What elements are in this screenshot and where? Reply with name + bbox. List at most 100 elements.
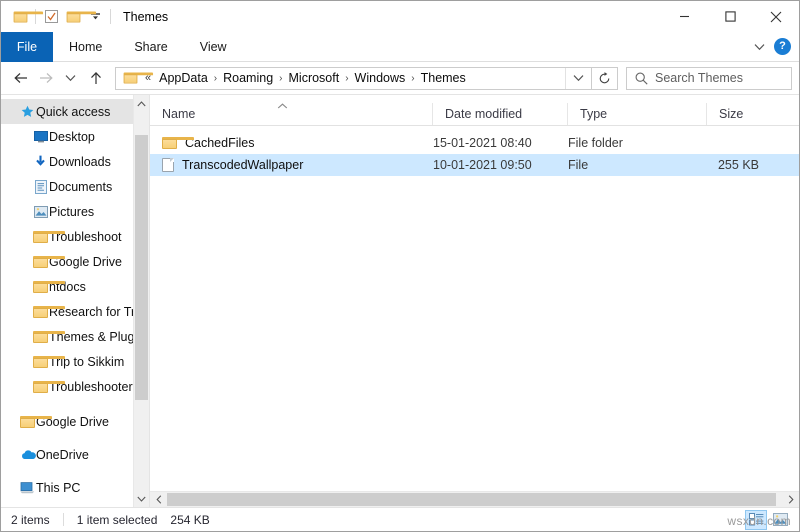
sidebar-item-htdocs[interactable]: htdocs [1, 274, 149, 299]
details-view-button[interactable] [745, 510, 767, 530]
ribbon-tab-bar: File Home Share View ? [1, 32, 799, 62]
status-divider [63, 513, 64, 526]
tab-file[interactable]: File [1, 32, 53, 62]
forward-button[interactable] [33, 65, 58, 91]
table-row[interactable]: CachedFiles 15-01-2021 08:40 File folder [150, 132, 799, 154]
search-input[interactable]: Search Themes [655, 71, 743, 85]
help-icon[interactable]: ? [774, 38, 791, 55]
sidebar-item-this-pc[interactable]: This PC [1, 475, 149, 500]
breadcrumb-separator[interactable]: › [277, 73, 284, 84]
scroll-down-chevron-down-icon[interactable] [134, 490, 149, 507]
folder-icon [32, 254, 49, 270]
scroll-left-chevron-left-icon[interactable] [150, 492, 167, 507]
tab-share[interactable]: Share [118, 32, 183, 62]
breadcrumb: « AppData › Roaming › Microsoft › Window… [121, 69, 565, 87]
file-list-pane: Name Date modified Type Size CachedFiles… [149, 95, 799, 507]
file-icon [162, 158, 174, 172]
column-header-date-modified[interactable]: Date modified [433, 103, 568, 125]
minimize-icon[interactable] [661, 1, 707, 32]
breadcrumb-separator[interactable]: › [409, 73, 416, 84]
scroll-right-chevron-right-icon[interactable] [782, 492, 799, 507]
sidebar-group-gap-2 [1, 434, 149, 442]
sidebar-item-desktop[interactable]: Desktop [1, 124, 149, 149]
column-header-row: Name Date modified Type Size [150, 103, 799, 126]
breadcrumb-item-windows[interactable]: Windows [351, 71, 410, 85]
sidebar-scrollbar[interactable] [133, 95, 149, 507]
file-name-cell[interactable]: CachedFiles [150, 136, 433, 150]
tab-view[interactable]: View [184, 32, 243, 62]
sidebar-item-troubleshooter[interactable]: Troubleshooter [1, 374, 149, 399]
toolbar-divider-2 [110, 9, 111, 24]
document-icon [32, 179, 49, 195]
folder-icon[interactable] [9, 6, 31, 28]
table-row[interactable]: TranscodedWallpaper 10-01-2021 09:50 Fil… [150, 154, 799, 176]
sidebar-item-label: Downloads [49, 155, 111, 169]
folder-icon [121, 69, 139, 87]
file-list[interactable]: CachedFiles 15-01-2021 08:40 File folder… [150, 126, 799, 491]
horizontal-scrollbar[interactable] [150, 491, 799, 507]
maximize-icon[interactable] [707, 1, 753, 32]
sidebar-item-google-drive-pinned[interactable]: Google Drive [1, 249, 149, 274]
desktop-icon [32, 129, 49, 145]
new-folder-icon[interactable] [62, 6, 84, 28]
folder-icon [32, 229, 49, 245]
search-box[interactable]: Search Themes [626, 67, 792, 90]
sidebar-item-downloads[interactable]: Downloads [1, 149, 149, 174]
folder-icon [32, 329, 49, 345]
sidebar-item-label: Documents [49, 180, 112, 194]
column-header-name[interactable]: Name [150, 103, 433, 125]
file-name-label: CachedFiles [185, 136, 254, 150]
folder-icon [32, 354, 49, 370]
cloud-icon [19, 447, 36, 463]
recent-locations-chevron-down-icon[interactable] [58, 65, 83, 91]
scroll-up-chevron-up-icon[interactable] [134, 95, 149, 112]
quick-access-toolbar [9, 6, 115, 28]
up-button[interactable] [83, 65, 108, 91]
breadcrumb-separator[interactable]: › [212, 73, 219, 84]
breadcrumb-item-themes[interactable]: Themes [417, 71, 470, 85]
sidebar-group-gap-3 [1, 467, 149, 475]
close-icon[interactable] [753, 1, 799, 32]
sidebar-item-troubleshoot[interactable]: Troubleshoot [1, 224, 149, 249]
sidebar-scrollbar-thumb[interactable] [135, 135, 148, 400]
breadcrumb-item-appdata[interactable]: AppData [155, 71, 212, 85]
star-icon [19, 104, 36, 120]
sidebar-item-label: Desktop [49, 130, 95, 144]
file-date-cell: 10-01-2021 09:50 [433, 158, 568, 172]
customize-dropdown-icon[interactable] [84, 6, 106, 28]
download-icon [32, 154, 49, 170]
sidebar-group-gap [1, 399, 149, 409]
breadcrumb-separator[interactable]: › [343, 73, 350, 84]
sidebar-item-trip-to-sikkim[interactable]: Trip to Sikkim [1, 349, 149, 374]
path-dropdown-chevron-down-icon[interactable] [565, 68, 591, 89]
breadcrumb-item-microsoft[interactable]: Microsoft [285, 71, 344, 85]
back-button[interactable] [8, 65, 33, 91]
file-name-cell[interactable]: TranscodedWallpaper [150, 158, 433, 172]
search-icon [635, 72, 648, 85]
sidebar-item-themes-and-plugins[interactable]: Themes & Plugin [1, 324, 149, 349]
sidebar-item-research-for-troubleshooting[interactable]: Research for Tro [1, 299, 149, 324]
horizontal-scrollbar-thumb[interactable] [167, 493, 776, 506]
sidebar-item-documents[interactable]: Documents [1, 174, 149, 199]
file-size-cell: 255 KB [707, 158, 799, 172]
refresh-icon[interactable] [592, 67, 618, 90]
large-icons-view-button[interactable] [769, 510, 791, 530]
title-bar: Themes [1, 1, 799, 32]
breadcrumb-item-roaming[interactable]: Roaming [219, 71, 277, 85]
navigation-pane: Quick access Desktop [1, 95, 149, 507]
column-header-size[interactable]: Size [707, 103, 799, 125]
file-name-label: TranscodedWallpaper [182, 158, 303, 172]
sidebar-item-onedrive[interactable]: OneDrive [1, 442, 149, 467]
horizontal-scrollbar-track[interactable] [167, 492, 782, 507]
checkbox-icon[interactable] [40, 6, 62, 28]
sidebar-item-pictures[interactable]: Pictures [1, 199, 149, 224]
sidebar-item-quick-access[interactable]: Quick access [1, 99, 149, 124]
expand-ribbon-chevron-down-icon[interactable] [748, 36, 770, 58]
breadcrumb-path-box[interactable]: « AppData › Roaming › Microsoft › Window… [115, 67, 592, 90]
sidebar-item-label: This PC [36, 481, 80, 495]
sidebar-item-google-drive[interactable]: Google Drive [1, 409, 149, 434]
selection-size-label: 254 KB [170, 513, 222, 527]
tab-home[interactable]: Home [53, 32, 118, 62]
column-header-type[interactable]: Type [568, 103, 707, 125]
sort-indicator-strip [150, 95, 799, 103]
